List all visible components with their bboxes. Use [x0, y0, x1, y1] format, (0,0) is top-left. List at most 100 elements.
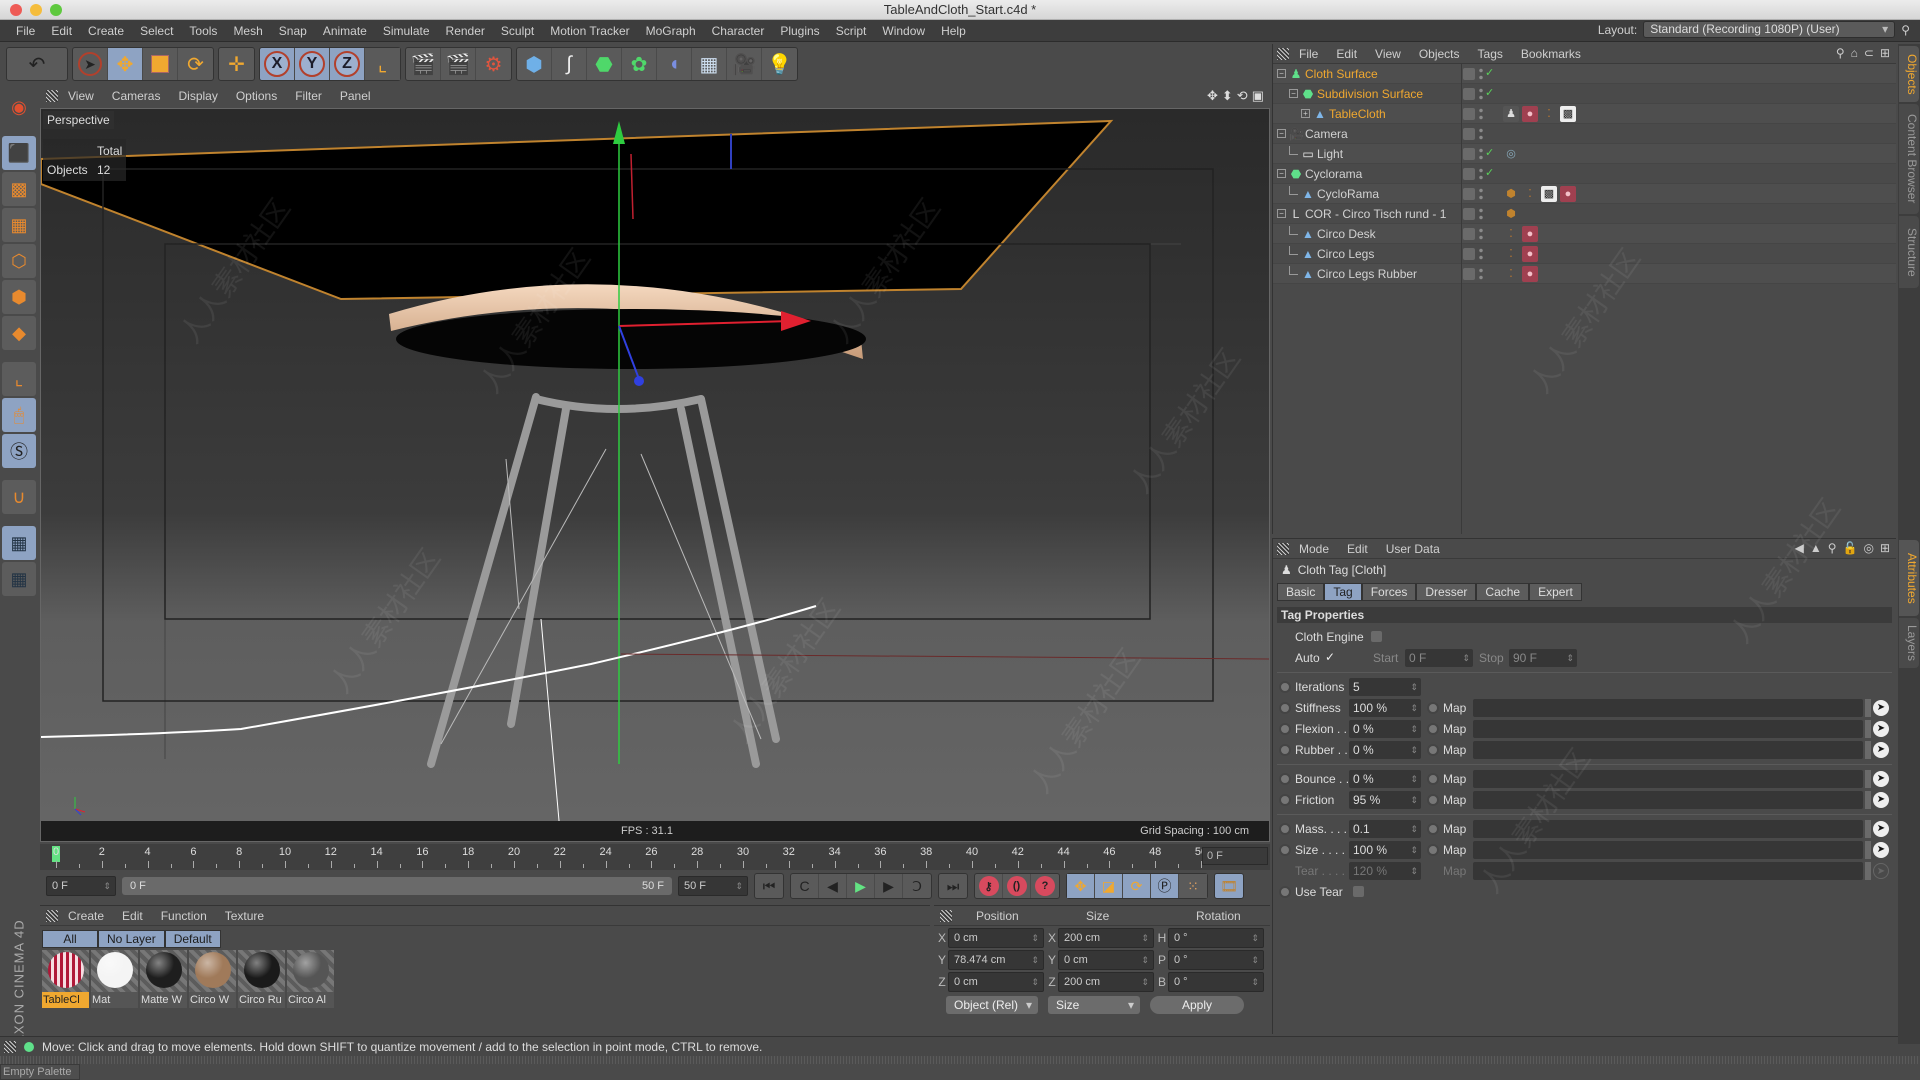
object-row[interactable]: − L COR - Circo Tisch rund - 1 ⬢	[1273, 204, 1896, 224]
animate-radio[interactable]	[1279, 702, 1291, 714]
preview-start-field[interactable]: 0 F ⇕	[46, 876, 116, 896]
make-editable-button[interactable]: ◉	[2, 90, 36, 124]
camera-label[interactable]: Perspective	[43, 111, 114, 129]
material-tag-icon[interactable]: ●	[1522, 246, 1538, 262]
object-menu-bookmarks[interactable]: Bookmarks	[1513, 47, 1589, 61]
texture-tag-icon[interactable]: ⁚	[1541, 106, 1557, 122]
map-link-field[interactable]	[1473, 741, 1863, 759]
collider-tag-icon[interactable]: ⬢	[1503, 206, 1519, 222]
position-z-field[interactable]: 0 cm ⇕	[948, 971, 1044, 992]
attribute-menu-edit[interactable]: Edit	[1339, 542, 1376, 556]
visibility-toggle[interactable]	[1463, 228, 1475, 240]
expand-toggle[interactable]: +	[1301, 109, 1310, 118]
menu-help[interactable]: Help	[933, 24, 974, 38]
animate-radio[interactable]	[1279, 744, 1291, 756]
material-swatch[interactable]: Matte W	[140, 950, 187, 1008]
animate-radio[interactable]	[1279, 823, 1291, 835]
position-y-field[interactable]: 78.474 cm ⇕	[948, 949, 1044, 970]
camera-button[interactable]: 🎥	[727, 48, 762, 80]
render-visibility-dots[interactable]	[1479, 267, 1483, 281]
material-tab-no-layer[interactable]: No Layer	[98, 930, 165, 948]
collider-tag-icon[interactable]: ⬢	[1503, 186, 1519, 202]
pan-icon[interactable]: ✥	[1207, 88, 1218, 104]
size-mode-dropdown[interactable]: Size	[1048, 995, 1140, 1014]
visibility-toggle[interactable]	[1463, 68, 1475, 80]
menu-render[interactable]: Render	[438, 24, 493, 38]
parameter-value-field[interactable]: 5	[1349, 678, 1421, 696]
parameter-value-field[interactable]: 0 %	[1349, 770, 1421, 788]
timeline-ruler[interactable]: 0 2 4 6 8 10 12 14 16 18 20 22 24 26 28 30 32 34 36 38 40 42 4…	[40, 844, 1270, 870]
texture-tag-icon[interactable]: ⁚	[1503, 226, 1519, 242]
new-panel-icon[interactable]: ⊞	[1880, 541, 1890, 555]
material-tag-icon[interactable]: ●	[1522, 226, 1538, 242]
expand-toggle[interactable]: −	[1277, 209, 1286, 218]
menu-edit[interactable]: Edit	[43, 24, 80, 38]
panel-grip-icon[interactable]	[1277, 47, 1289, 60]
object-row[interactable]: ▲ Circo Desk ⁚ ●	[1273, 224, 1896, 244]
key-scale-button[interactable]: ◪	[1095, 874, 1123, 898]
tab-content-browser[interactable]: Content Browser	[1899, 104, 1919, 214]
size-y-field[interactable]: 0 cm ⇕	[1058, 949, 1154, 970]
visibility-toggle[interactable]	[1463, 268, 1475, 280]
expand-toggle[interactable]: −	[1277, 69, 1286, 78]
minimize-button[interactable]	[30, 4, 42, 16]
material-tag-icon[interactable]: ●	[1522, 106, 1538, 122]
object-menu-objects[interactable]: Objects	[1411, 47, 1468, 61]
attribute-menu-mode[interactable]: Mode	[1291, 542, 1337, 556]
map-menu-button[interactable]	[1865, 699, 1871, 717]
object-row[interactable]: − 🎥 Camera	[1273, 124, 1896, 144]
play-button[interactable]: ▶	[847, 874, 875, 898]
key-rotation-button[interactable]: ⟳	[1123, 874, 1151, 898]
object-row[interactable]: ▲ CycloRama ⬢ ⁚ ▩ ●	[1273, 184, 1896, 204]
render-visibility-dots[interactable]	[1479, 227, 1483, 241]
undo-button[interactable]: ↶	[7, 48, 67, 80]
menu-mograph[interactable]: MoGraph	[638, 24, 704, 38]
map-animate-radio[interactable]	[1427, 794, 1439, 806]
spinner-icon[interactable]: ⇕	[1141, 973, 1149, 991]
render-visibility-dots[interactable]	[1479, 67, 1483, 81]
tab-forces[interactable]: Forces	[1361, 583, 1417, 601]
animate-radio[interactable]	[1279, 794, 1291, 806]
z-axis-lock[interactable]: Z	[330, 48, 365, 80]
tab-objects[interactable]: Objects	[1899, 46, 1919, 102]
texture-mode-button[interactable]: ▩	[2, 172, 36, 206]
visibility-toggle[interactable]	[1463, 168, 1475, 180]
link-icon[interactable]: ⊂	[1864, 46, 1874, 60]
transform-tool[interactable]: ✛	[219, 48, 254, 80]
menu-tools[interactable]: Tools	[181, 24, 225, 38]
close-button[interactable]	[10, 4, 22, 16]
object-menu-edit[interactable]: Edit	[1328, 47, 1365, 61]
render-visibility-dots[interactable]	[1479, 207, 1483, 221]
autokey-button[interactable]: ()	[1003, 874, 1031, 898]
pick-object-icon[interactable]: ➤	[1873, 742, 1889, 758]
animate-radio[interactable]	[1279, 681, 1291, 693]
subdivision-button[interactable]: ⬣	[587, 48, 622, 80]
material-menu-texture[interactable]: Texture	[217, 909, 272, 923]
menu-script[interactable]: Script	[828, 24, 875, 38]
tab-expert[interactable]: Expert	[1529, 583, 1582, 601]
menu-animate[interactable]: Animate	[315, 24, 375, 38]
model-mode-button[interactable]: ⬛	[2, 136, 36, 170]
go-to-start-button[interactable]: ⏮	[755, 874, 783, 898]
tab-structure[interactable]: Structure	[1899, 216, 1919, 288]
tab-cache[interactable]: Cache	[1476, 583, 1530, 601]
spinner-icon[interactable]: ⇕	[1251, 951, 1259, 969]
map-animate-radio[interactable]	[1427, 723, 1439, 735]
render-visibility-dots[interactable]	[1479, 187, 1483, 201]
expand-toggle[interactable]: −	[1289, 89, 1298, 98]
floor-button[interactable]: ▦	[692, 48, 727, 80]
size-x-field[interactable]: 200 cm ⇕	[1058, 927, 1154, 948]
workplane-mode-button[interactable]: ▦	[2, 208, 36, 242]
spinner-icon[interactable]: ⇕	[1031, 951, 1039, 969]
visibility-toggle[interactable]	[1463, 128, 1475, 140]
map-menu-button[interactable]	[1865, 720, 1871, 738]
next-frame-button[interactable]: ▶	[875, 874, 903, 898]
viewport-menu-cameras[interactable]: Cameras	[104, 89, 169, 103]
rotation-b-field[interactable]: 0 ° ⇕	[1168, 971, 1264, 992]
texture-tag-icon[interactable]: ⁚	[1503, 246, 1519, 262]
map-menu-button[interactable]	[1865, 770, 1871, 788]
next-key-button[interactable]: Ↄ	[903, 874, 931, 898]
go-to-end-button[interactable]: ⏭	[939, 874, 967, 898]
enabled-check-icon[interactable]: ✓	[1485, 146, 1494, 159]
pick-object-icon[interactable]: ➤	[1873, 842, 1889, 858]
